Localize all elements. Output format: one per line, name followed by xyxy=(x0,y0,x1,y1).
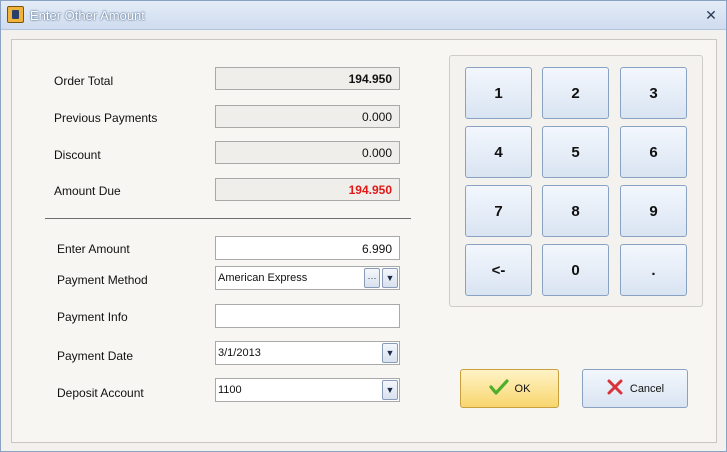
payment-date-label: Payment Date xyxy=(57,349,134,363)
window-title: Enter Other Amount xyxy=(30,8,145,23)
deposit-account-select[interactable]: 1100 ▼ xyxy=(215,378,400,402)
order-total-value: 194.950 xyxy=(215,67,400,90)
ok-button[interactable]: OK xyxy=(460,369,559,408)
deposit-account-value: 1100 xyxy=(218,384,242,396)
key-6[interactable]: 6 xyxy=(620,126,687,178)
deposit-account-label: Deposit Account xyxy=(57,386,144,400)
chevron-down-icon[interactable]: ▼ xyxy=(382,343,398,363)
payment-date-picker[interactable]: 3/1/2013 ▼ xyxy=(215,341,400,365)
cancel-button[interactable]: Cancel xyxy=(582,369,688,408)
payment-info-label: Payment Info xyxy=(57,310,128,324)
previous-payments-label: Previous Payments xyxy=(54,111,158,125)
key-decimal[interactable]: . xyxy=(620,244,687,296)
enter-amount-input[interactable]: 6.990 xyxy=(215,236,400,260)
payment-method-select[interactable]: American Express ··· ▼ xyxy=(215,266,400,290)
key-1[interactable]: 1 xyxy=(465,67,532,119)
key-2[interactable]: 2 xyxy=(542,67,609,119)
enter-amount-label: Enter Amount xyxy=(57,242,130,256)
chevron-down-icon[interactable]: ▼ xyxy=(382,268,398,288)
order-total-label: Order Total xyxy=(54,74,114,88)
title-bar[interactable]: Enter Other Amount ✕ xyxy=(1,1,726,30)
key-3[interactable]: 3 xyxy=(620,67,687,119)
chevron-down-icon[interactable]: ▼ xyxy=(382,380,398,400)
amount-due-value: 194.950 xyxy=(215,178,400,201)
payment-method-value: American Express xyxy=(218,272,308,284)
cancel-label: Cancel xyxy=(629,382,665,395)
key-7[interactable]: 7 xyxy=(465,185,532,237)
section-divider xyxy=(45,218,411,219)
close-icon[interactable]: ✕ xyxy=(702,7,720,23)
payment-method-label: Payment Method xyxy=(57,273,148,287)
check-icon xyxy=(488,378,509,399)
discount-value: 0.000 xyxy=(215,141,400,164)
key-9[interactable]: 9 xyxy=(620,185,687,237)
key-8[interactable]: 8 xyxy=(542,185,609,237)
ellipsis-button[interactable]: ··· xyxy=(364,268,380,288)
dialog-window: Enter Other Amount ✕ Order Total 194.950… xyxy=(0,0,727,452)
key-5[interactable]: 5 xyxy=(542,126,609,178)
key-0[interactable]: 0 xyxy=(542,244,609,296)
amount-due-label: Amount Due xyxy=(54,184,121,198)
ok-label: OK xyxy=(514,382,531,395)
payment-info-input[interactable] xyxy=(215,304,400,328)
discount-label: Discount xyxy=(54,148,101,162)
payment-date-value: 3/1/2013 xyxy=(218,347,261,359)
cancel-x-icon xyxy=(606,378,624,399)
key-4[interactable]: 4 xyxy=(465,126,532,178)
app-icon xyxy=(7,6,24,23)
previous-payments-value: 0.000 xyxy=(215,105,400,128)
key-backspace[interactable]: <- xyxy=(465,244,532,296)
